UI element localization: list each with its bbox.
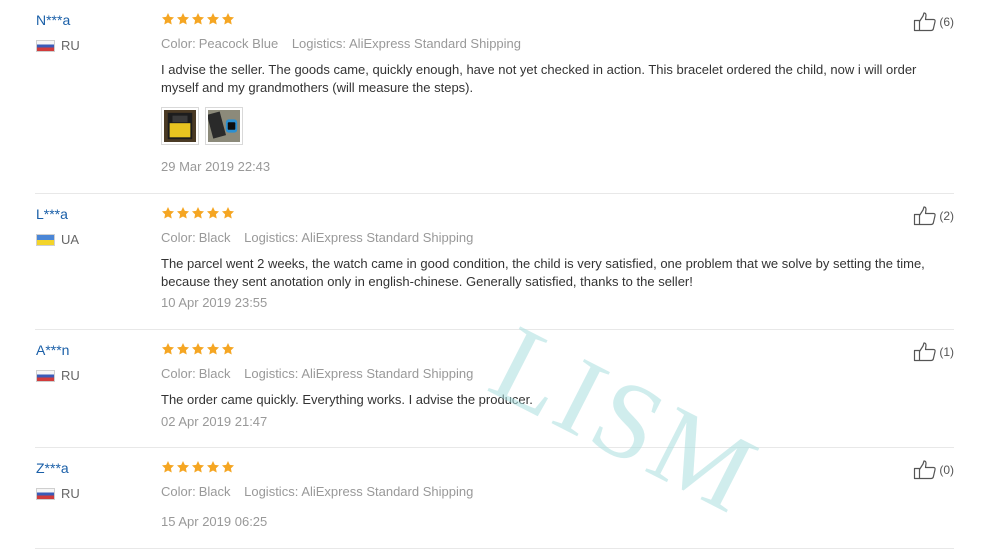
review-date: 15 Apr 2019 06:25 xyxy=(161,514,268,529)
reviewer-name: A***n xyxy=(36,342,70,358)
review-content: Color: Black Logistics: AliExpress Standar… xyxy=(161,460,931,530)
logistics-value: AliExpress Standard Shipping xyxy=(301,230,474,245)
star-icon xyxy=(206,461,220,473)
star-icon xyxy=(161,461,175,473)
color-label: Color: xyxy=(161,230,196,245)
star-icon xyxy=(161,13,175,25)
review-text: The parcel went 2 weeks, the watch came … xyxy=(161,256,925,289)
review-meta: Color: Black Logistics: AliExpress Standar… xyxy=(161,366,931,382)
review-photo-thumbnail[interactable] xyxy=(161,107,199,145)
helpful-button[interactable]: (0) xyxy=(913,460,954,480)
ru-flag-icon xyxy=(36,487,55,500)
star-icon xyxy=(176,13,190,25)
reviews-list: N***a RU Color: Peacock Blue Logistics: Al… xyxy=(35,0,954,549)
review-item: N***a RU Color: Peacock Blue Logistics: Al… xyxy=(35,0,954,194)
review-content: Color: Black Logistics: AliExpress Standar… xyxy=(161,342,931,430)
star-icon xyxy=(221,13,235,25)
star-icon xyxy=(206,343,220,355)
logistics-label: Logistics: xyxy=(244,366,299,381)
star-icon xyxy=(221,461,235,473)
logistics-value: AliExpress Standard Shipping xyxy=(301,484,474,499)
reviewer-country: UA xyxy=(36,232,146,247)
reviewer-name: Z***a xyxy=(36,460,69,476)
star-icon xyxy=(191,207,205,219)
logistics-label: Logistics: xyxy=(244,230,299,245)
reviewer-name: L***a xyxy=(36,206,68,222)
thumbs-up-icon xyxy=(914,460,937,480)
color-label: Color: xyxy=(161,36,196,51)
star-icon xyxy=(221,207,235,219)
review-date: 29 Mar 2019 22:43 xyxy=(161,159,271,174)
product-watch-photo xyxy=(208,110,240,142)
reviewer-info: N***a RU xyxy=(36,12,146,53)
review-meta: Color: Peacock Blue Logistics: AliExpress … xyxy=(161,36,931,52)
star-icon xyxy=(161,343,175,355)
star-rating xyxy=(161,12,931,28)
color-value: Peacock Blue xyxy=(198,36,279,51)
star-icon xyxy=(191,13,205,25)
country-code: RU xyxy=(61,368,80,383)
review-meta: Color: Black Logistics: AliExpress Standar… xyxy=(161,484,931,500)
star-icon xyxy=(191,461,205,473)
star-icon xyxy=(176,207,190,219)
star-rating xyxy=(161,206,931,222)
reviewer-info: A***n RU xyxy=(36,342,146,383)
review-text: I advise the seller. The goods came, qui… xyxy=(161,62,917,95)
product-box-photo xyxy=(164,110,196,142)
reviewer-country: RU xyxy=(36,38,146,53)
color-label: Color: xyxy=(161,366,196,381)
reviewer-info: Z***a RU xyxy=(36,460,146,501)
ua-flag-icon xyxy=(36,233,55,246)
ru-flag-icon xyxy=(36,369,55,382)
helpful-count: (6) xyxy=(939,15,954,29)
review-item: L***a UA Color: Black Logistics: AliExpres… xyxy=(35,194,954,330)
logistics-value: AliExpress Standard Shipping xyxy=(301,366,474,381)
helpful-count: (2) xyxy=(939,209,954,223)
thumbs-up-icon xyxy=(914,342,937,362)
star-icon xyxy=(221,343,235,355)
color-value: Black xyxy=(198,484,231,499)
reviewer-info: L***a UA xyxy=(36,206,146,247)
reviewer-country: RU xyxy=(36,368,146,383)
review-date: 02 Apr 2019 21:47 xyxy=(161,414,268,429)
star-icon xyxy=(176,343,190,355)
review-photos xyxy=(161,107,931,145)
review-content: Color: Peacock Blue Logistics: AliExpress … xyxy=(161,12,931,175)
review-item: Z***a RU Color: Black Logistics: AliExpres… xyxy=(35,448,954,549)
color-value: Black xyxy=(198,230,231,245)
color-label: Color: xyxy=(161,484,196,499)
star-rating xyxy=(161,460,931,476)
color-value: Black xyxy=(198,366,231,381)
helpful-count: (1) xyxy=(939,345,954,359)
thumbs-up-icon xyxy=(914,206,937,226)
helpful-count: (0) xyxy=(939,463,954,477)
star-icon xyxy=(206,13,220,25)
review-text: The order came quickly. Everything works… xyxy=(161,392,533,407)
star-rating xyxy=(161,342,931,358)
star-icon xyxy=(191,343,205,355)
star-icon xyxy=(161,207,175,219)
star-icon xyxy=(176,461,190,473)
country-code: RU xyxy=(61,38,80,53)
logistics-value: AliExpress Standard Shipping xyxy=(349,36,522,51)
review-photo-thumbnail[interactable] xyxy=(205,107,243,145)
logistics-label: Logistics: xyxy=(291,36,347,51)
helpful-button[interactable]: (6) xyxy=(913,12,954,32)
review-item: A***n RU Color: Black Logistics: AliExpres… xyxy=(35,330,954,448)
star-icon xyxy=(206,207,220,219)
review-content: Color: Black Logistics: AliExpress Standar… xyxy=(161,206,931,311)
country-code: RU xyxy=(61,486,80,501)
review-date: 10 Apr 2019 23:55 xyxy=(161,295,268,310)
helpful-button[interactable]: (2) xyxy=(913,206,954,226)
helpful-button[interactable]: (1) xyxy=(913,342,954,362)
reviewer-country: RU xyxy=(36,486,146,501)
ru-flag-icon xyxy=(36,39,55,52)
review-meta: Color: Black Logistics: AliExpress Standar… xyxy=(161,230,931,246)
thumbs-up-icon xyxy=(914,12,937,32)
logistics-label: Logistics: xyxy=(244,484,299,499)
country-code: UA xyxy=(61,232,80,247)
reviewer-name: N***a xyxy=(36,12,71,28)
